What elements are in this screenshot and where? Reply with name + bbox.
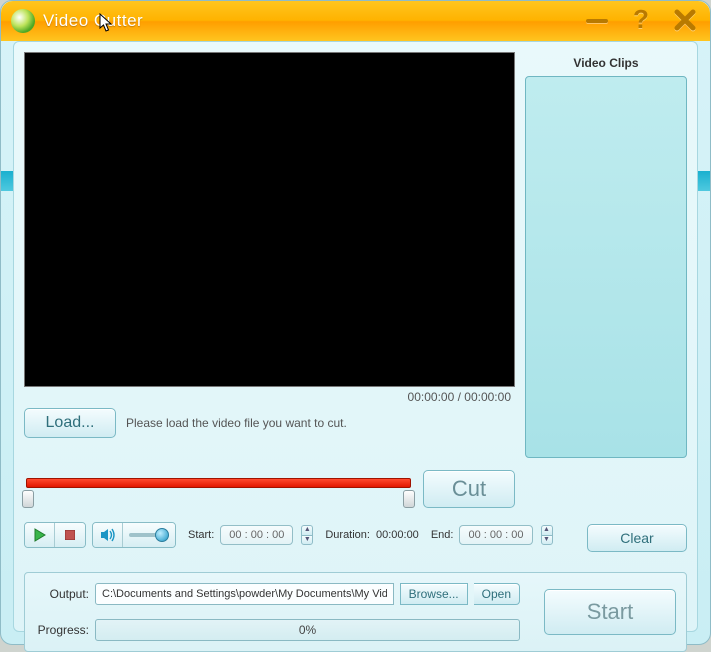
trim-handle-start[interactable]: [22, 490, 34, 508]
browse-button[interactable]: Browse...: [400, 583, 468, 605]
output-path-input[interactable]: [95, 583, 394, 605]
playback-controls: [24, 522, 86, 548]
cut-button[interactable]: Cut: [423, 470, 515, 508]
progress-value: 0%: [299, 623, 316, 637]
load-hint: Please load the video file you want to c…: [126, 416, 347, 430]
bottom-panel: Output: Browse... Open Progress: 0% Star…: [24, 572, 687, 652]
speaker-icon: [100, 528, 116, 542]
end-label: End:: [431, 529, 454, 541]
start-label: Start:: [188, 529, 214, 541]
time-readout: 00:00:00 / 00:00:00: [24, 387, 515, 404]
time-total: 00:00:00: [464, 390, 511, 404]
start-step-down[interactable]: ▼: [301, 535, 313, 545]
end-time-stepper: ▲ ▼: [541, 525, 553, 545]
clips-panel[interactable]: [525, 76, 687, 458]
time-current: 00:00:00: [408, 390, 455, 404]
app-logo-icon: [11, 9, 35, 33]
minimize-button[interactable]: [584, 7, 610, 33]
duration-label: Duration:: [325, 529, 370, 541]
progress-label: Progress:: [35, 623, 89, 637]
stop-icon: [65, 530, 75, 540]
start-time-input[interactable]: 00 : 00 : 00: [220, 525, 293, 545]
mute-button[interactable]: [93, 523, 123, 547]
volume-controls: [92, 522, 176, 548]
app-title: Video Cutter: [43, 11, 143, 31]
output-label: Output:: [35, 587, 89, 601]
duration-value: 00:00:00: [376, 529, 419, 541]
trim-handle-end[interactable]: [403, 490, 415, 508]
clips-panel-title: Video Clips: [525, 52, 687, 76]
clear-button[interactable]: Clear: [587, 524, 687, 552]
play-icon: [34, 528, 46, 542]
video-preview[interactable]: [24, 52, 515, 387]
close-button[interactable]: [672, 7, 698, 33]
load-button[interactable]: Load...: [24, 408, 116, 438]
progress-bar: 0%: [95, 619, 520, 641]
end-step-up[interactable]: ▲: [541, 525, 553, 535]
open-button[interactable]: Open: [474, 583, 520, 605]
volume-slider[interactable]: [123, 523, 175, 547]
trim-range[interactable]: [24, 470, 413, 508]
svg-text:?: ?: [633, 7, 649, 33]
titlebar[interactable]: Video Cutter ?: [1, 1, 710, 41]
start-button[interactable]: Start: [544, 589, 676, 635]
trim-range-bar: [26, 478, 411, 488]
end-step-down[interactable]: ▼: [541, 535, 553, 545]
play-button[interactable]: [25, 523, 55, 547]
stop-button[interactable]: [55, 523, 85, 547]
app-window: Video Cutter ? 00:00:00 / 00:00:00: [0, 0, 711, 645]
end-time-input[interactable]: 00 : 00 : 00: [459, 525, 532, 545]
volume-knob[interactable]: [155, 528, 169, 542]
help-button[interactable]: ?: [628, 7, 654, 33]
window-controls: ?: [584, 7, 698, 33]
start-step-up[interactable]: ▲: [301, 525, 313, 535]
start-time-stepper: ▲ ▼: [301, 525, 313, 545]
workarea: 00:00:00 / 00:00:00 Load... Please load …: [13, 41, 698, 632]
